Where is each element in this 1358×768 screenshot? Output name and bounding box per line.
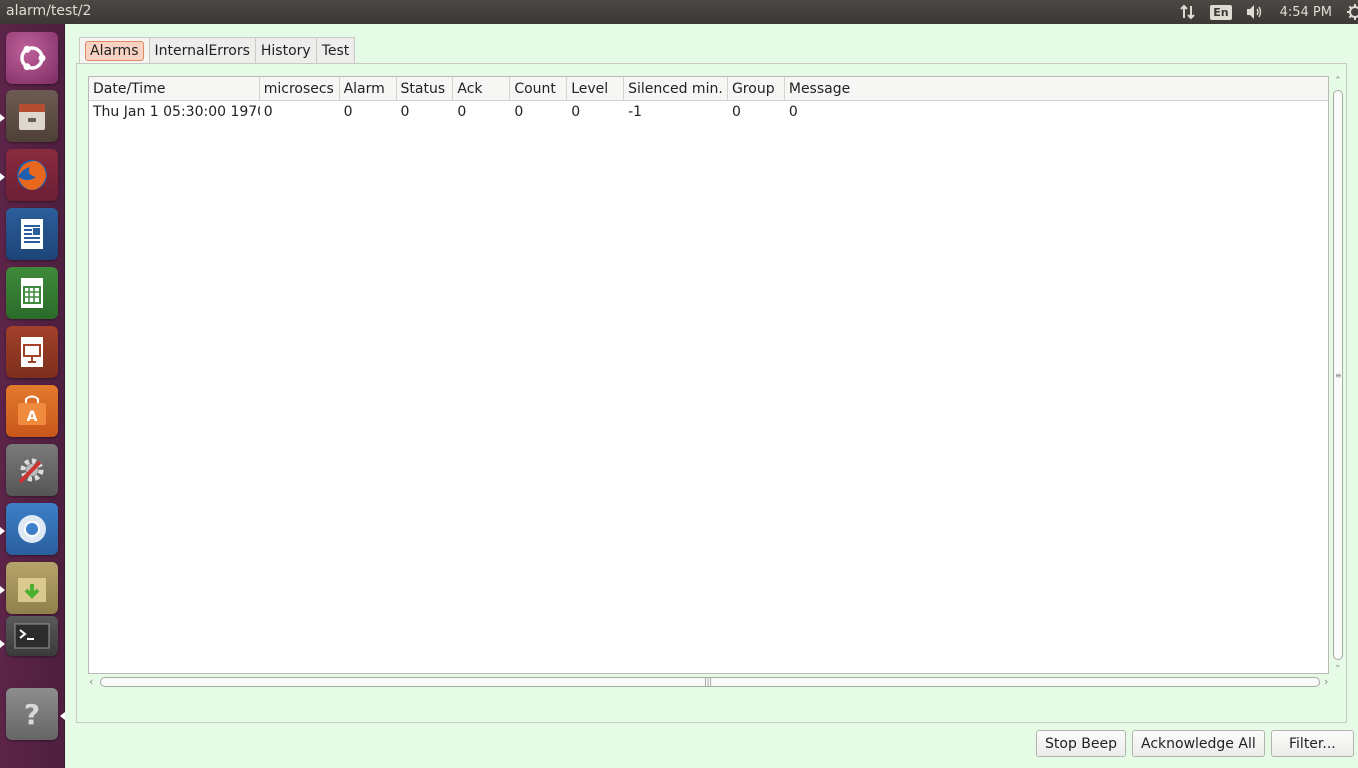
tab-internal-errors[interactable]: InternalErrors: [148, 37, 256, 63]
stop-beep-button[interactable]: Stop Beep: [1036, 730, 1126, 757]
software-center-icon[interactable]: A: [6, 385, 58, 437]
column-header-date-time[interactable]: Date/Time: [89, 77, 260, 101]
files-icon[interactable]: [6, 90, 58, 142]
cell-level: 0: [571, 104, 581, 120]
cell-date-time: Thu Jan 1 05:30:00 1970: [93, 104, 260, 120]
column-header-alarm[interactable]: Alarm: [340, 77, 397, 101]
main-window: Alarms InternalErrors History Test Date/…: [65, 24, 1358, 768]
volume-icon[interactable]: [1246, 4, 1264, 20]
tab-label: Test: [321, 42, 350, 59]
cell-message: 0: [788, 104, 798, 120]
tab-alarms[interactable]: Alarms: [79, 37, 150, 63]
horizontal-scroll-thumb[interactable]: |||: [100, 677, 1320, 687]
column-header-status[interactable]: Status: [397, 77, 454, 101]
alarms-panel: Date/Time microsecs Alarm Status Ack Cou…: [76, 63, 1347, 751]
tab-test[interactable]: Test: [315, 37, 356, 63]
scroll-up-arrow-icon[interactable]: ⌃: [1334, 76, 1342, 86]
tab-bar: Alarms InternalErrors History Test: [79, 37, 356, 63]
alarms-table[interactable]: Date/Time microsecs Alarm Status Ack Cou…: [88, 76, 1329, 674]
archive-manager-icon[interactable]: [6, 562, 58, 614]
clock[interactable]: 4:54 PM: [1280, 5, 1332, 20]
chromium-icon[interactable]: [6, 503, 58, 555]
svg-text:?: ?: [24, 698, 40, 731]
grip-icon: ≡: [1335, 371, 1342, 380]
column-header-group[interactable]: Group: [728, 77, 785, 101]
system-settings-icon[interactable]: [6, 444, 58, 496]
scroll-down-arrow-icon[interactable]: ⌄: [1334, 660, 1342, 670]
horizontal-scrollbar[interactable]: ‹ ||| ›: [88, 675, 1333, 689]
table-header: Date/Time microsecs Alarm Status Ack Cou…: [89, 77, 1328, 101]
launcher: A ?: [0, 24, 65, 768]
vertical-scrollbar[interactable]: ⌃ ≡ ⌄: [1331, 76, 1345, 674]
terminal-icon[interactable]: [6, 616, 58, 656]
keyboard-layout-indicator[interactable]: En: [1210, 4, 1232, 20]
cell-group: 0: [731, 104, 741, 120]
cell-alarm: 0: [343, 104, 353, 120]
cell-status: 0: [400, 104, 410, 120]
scroll-left-arrow-icon[interactable]: ‹: [89, 675, 93, 688]
impress-icon[interactable]: [6, 326, 58, 378]
cell-microsecs: 0: [263, 104, 273, 120]
tab-label: Alarms: [85, 40, 144, 61]
column-header-silenced-min[interactable]: Silenced min.: [624, 77, 728, 101]
help-icon[interactable]: ?: [6, 688, 58, 740]
column-header-message[interactable]: Message: [785, 77, 1328, 101]
cell-silenced-min: -1: [628, 104, 643, 120]
column-header-count[interactable]: Count: [510, 77, 568, 101]
vertical-scroll-thumb[interactable]: ≡: [1333, 90, 1343, 660]
network-icon[interactable]: [1180, 4, 1196, 20]
cell-count: 0: [514, 104, 524, 120]
indicator-area: En 4:54 PM: [1166, 0, 1358, 24]
column-header-level[interactable]: Level: [567, 77, 625, 101]
tab-label: History: [260, 42, 311, 59]
grip-icon: |||: [704, 677, 713, 686]
writer-icon[interactable]: [6, 208, 58, 260]
column-header-microsecs[interactable]: microsecs: [260, 77, 340, 101]
tab-label: InternalErrors: [154, 42, 250, 59]
firefox-icon[interactable]: [6, 149, 58, 201]
scroll-right-arrow-icon[interactable]: ›: [1324, 675, 1328, 688]
filter-button[interactable]: Filter...: [1271, 730, 1354, 757]
window-title: alarm/test/2: [6, 3, 92, 19]
session-gear-icon[interactable]: [1346, 3, 1358, 21]
ubuntu-dash-icon[interactable]: [6, 32, 58, 84]
table-row[interactable]: Thu Jan 1 05:30:00 1970 0 0 0 0 0 0 -1 0…: [89, 101, 1328, 123]
cell-ack: 0: [457, 104, 467, 120]
acknowledge-all-button[interactable]: Acknowledge All: [1132, 730, 1265, 757]
column-header-ack[interactable]: Ack: [453, 77, 511, 101]
tab-history[interactable]: History: [254, 37, 317, 63]
calc-icon[interactable]: [6, 267, 58, 319]
top-panel: alarm/test/2 En 4:54 PM: [0, 0, 1358, 24]
svg-text:A: A: [27, 409, 38, 425]
